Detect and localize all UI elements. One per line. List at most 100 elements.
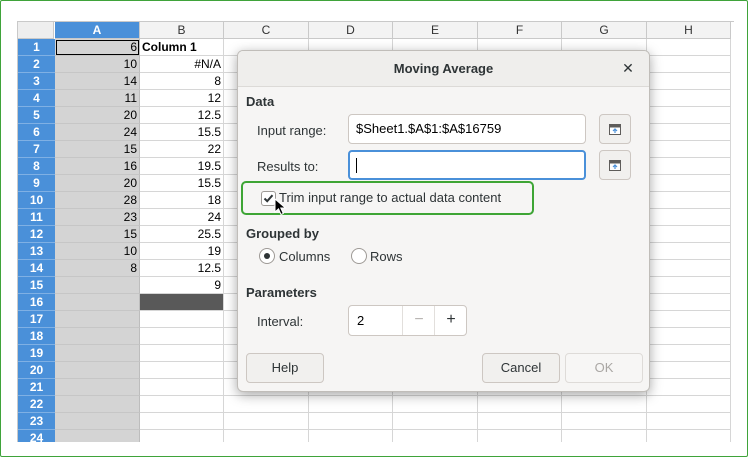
table-cell[interactable]: 8 bbox=[55, 260, 140, 277]
table-cell[interactable]: 23 bbox=[55, 209, 140, 226]
table-cell[interactable] bbox=[647, 56, 731, 73]
row-header[interactable]: 20 bbox=[18, 362, 55, 379]
row-header[interactable]: 13 bbox=[18, 243, 55, 260]
table-cell[interactable] bbox=[647, 311, 731, 328]
table-cell[interactable] bbox=[55, 396, 140, 413]
row-header[interactable]: 22 bbox=[18, 396, 55, 413]
table-cell[interactable]: Column 1 bbox=[140, 39, 224, 56]
row-header[interactable]: 1 bbox=[18, 39, 55, 56]
rows-radio[interactable] bbox=[351, 248, 367, 264]
row-header[interactable]: 16 bbox=[18, 294, 55, 311]
row-header[interactable]: 8 bbox=[18, 158, 55, 175]
table-cell[interactable]: 25.5 bbox=[140, 226, 224, 243]
column-header-b[interactable]: B bbox=[140, 22, 224, 39]
table-cell[interactable]: #N/A bbox=[140, 56, 224, 73]
table-cell[interactable]: 15 bbox=[55, 141, 140, 158]
table-cell[interactable] bbox=[647, 379, 731, 396]
columns-radio-label[interactable]: Columns bbox=[279, 249, 330, 264]
table-cell[interactable]: 11 bbox=[55, 90, 140, 107]
table-cell[interactable] bbox=[647, 396, 731, 413]
table-cell[interactable]: 10 bbox=[55, 56, 140, 73]
table-cell[interactable] bbox=[55, 430, 140, 442]
table-cell[interactable] bbox=[140, 379, 224, 396]
table-cell[interactable] bbox=[562, 430, 647, 442]
table-cell[interactable] bbox=[647, 141, 731, 158]
interval-value[interactable]: 2 bbox=[357, 313, 364, 328]
row-header[interactable]: 10 bbox=[18, 192, 55, 209]
table-cell[interactable] bbox=[224, 430, 309, 442]
table-cell[interactable]: 6 bbox=[55, 39, 140, 56]
table-cell[interactable] bbox=[647, 260, 731, 277]
table-cell[interactable] bbox=[55, 379, 140, 396]
row-header[interactable]: 2 bbox=[18, 56, 55, 73]
interval-increment-button[interactable]: + bbox=[434, 306, 467, 335]
table-cell[interactable]: 15.5 bbox=[140, 124, 224, 141]
table-cell[interactable] bbox=[55, 413, 140, 430]
results-to-field[interactable] bbox=[348, 150, 586, 180]
table-cell[interactable] bbox=[55, 311, 140, 328]
table-cell[interactable] bbox=[647, 209, 731, 226]
table-cell[interactable]: 22 bbox=[140, 141, 224, 158]
column-header-e[interactable]: E bbox=[393, 22, 478, 39]
interval-decrement-button[interactable]: − bbox=[402, 306, 435, 335]
table-cell[interactable] bbox=[55, 345, 140, 362]
table-cell[interactable] bbox=[140, 328, 224, 345]
table-cell[interactable] bbox=[140, 294, 224, 311]
row-header[interactable]: 15 bbox=[18, 277, 55, 294]
row-header[interactable]: 5 bbox=[18, 107, 55, 124]
table-cell[interactable] bbox=[224, 413, 309, 430]
row-header[interactable]: 9 bbox=[18, 175, 55, 192]
table-cell[interactable]: 24 bbox=[140, 209, 224, 226]
table-cell[interactable]: 15.5 bbox=[140, 175, 224, 192]
table-cell[interactable] bbox=[224, 396, 309, 413]
table-cell[interactable] bbox=[647, 124, 731, 141]
table-cell[interactable] bbox=[55, 294, 140, 311]
table-cell[interactable] bbox=[140, 311, 224, 328]
table-cell[interactable]: 20 bbox=[55, 175, 140, 192]
column-header-g[interactable]: G bbox=[562, 22, 647, 39]
table-cell[interactable] bbox=[309, 396, 393, 413]
table-cell[interactable] bbox=[647, 430, 731, 442]
rows-radio-label[interactable]: Rows bbox=[370, 249, 403, 264]
row-header[interactable]: 4 bbox=[18, 90, 55, 107]
table-cell[interactable] bbox=[647, 39, 731, 56]
cancel-button[interactable]: Cancel bbox=[482, 353, 560, 383]
table-cell[interactable] bbox=[647, 158, 731, 175]
row-header[interactable]: 24 bbox=[18, 430, 55, 442]
table-cell[interactable] bbox=[647, 345, 731, 362]
table-cell[interactable]: 24 bbox=[55, 124, 140, 141]
column-header-d[interactable]: D bbox=[309, 22, 393, 39]
table-cell[interactable] bbox=[309, 413, 393, 430]
row-header[interactable]: 17 bbox=[18, 311, 55, 328]
table-cell[interactable]: 9 bbox=[140, 277, 224, 294]
table-cell[interactable] bbox=[562, 396, 647, 413]
input-range-shrink-button[interactable] bbox=[599, 114, 631, 144]
table-cell[interactable] bbox=[478, 396, 562, 413]
column-header-h[interactable]: H bbox=[647, 22, 731, 39]
table-cell[interactable] bbox=[393, 430, 478, 442]
results-to-shrink-button[interactable] bbox=[599, 150, 631, 180]
table-cell[interactable] bbox=[140, 396, 224, 413]
table-cell[interactable]: 12.5 bbox=[140, 107, 224, 124]
row-header[interactable]: 7 bbox=[18, 141, 55, 158]
input-range-field[interactable]: $Sheet1.$A$1:$A$16759 bbox=[348, 114, 586, 144]
table-cell[interactable]: 12 bbox=[140, 90, 224, 107]
row-header[interactable]: 12 bbox=[18, 226, 55, 243]
table-cell[interactable] bbox=[647, 294, 731, 311]
table-cell[interactable] bbox=[562, 413, 647, 430]
table-cell[interactable]: 14 bbox=[55, 73, 140, 90]
table-cell[interactable] bbox=[55, 362, 140, 379]
table-cell[interactable] bbox=[647, 328, 731, 345]
table-cell[interactable]: 15 bbox=[55, 226, 140, 243]
row-header[interactable]: 19 bbox=[18, 345, 55, 362]
row-header[interactable]: 3 bbox=[18, 73, 55, 90]
table-cell[interactable] bbox=[478, 413, 562, 430]
column-header-c[interactable]: C bbox=[224, 22, 309, 39]
table-cell[interactable] bbox=[140, 430, 224, 442]
row-header[interactable]: 21 bbox=[18, 379, 55, 396]
close-icon[interactable]: ✕ bbox=[619, 59, 637, 77]
column-header-f[interactable]: F bbox=[478, 22, 562, 39]
table-cell[interactable] bbox=[393, 396, 478, 413]
row-header[interactable]: 11 bbox=[18, 209, 55, 226]
table-cell[interactable] bbox=[647, 413, 731, 430]
